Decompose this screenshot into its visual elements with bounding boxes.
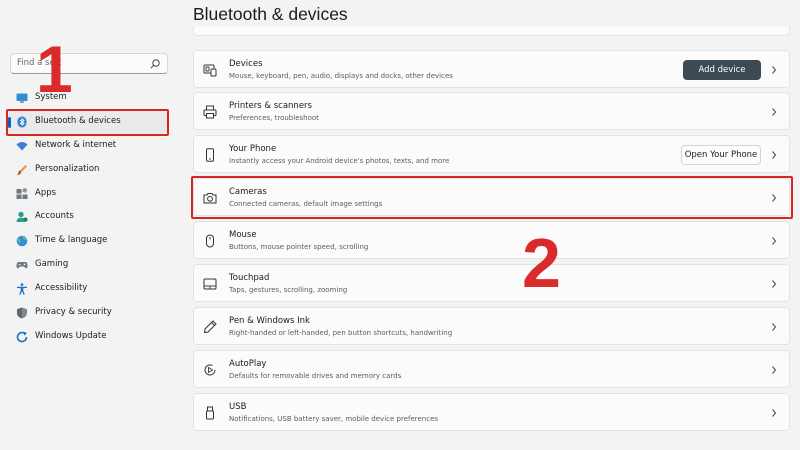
gamepad-icon (16, 262, 28, 269)
card-title: Devices (229, 59, 263, 69)
sidebar-item-time-language[interactable]: Time & language (8, 230, 168, 253)
apps-icon (16, 188, 28, 199)
sidebar-item-privacy-security[interactable]: Privacy & security (8, 302, 168, 325)
card-title: Touchpad (229, 273, 270, 283)
sidebar-item-label: Accessibility (35, 283, 88, 293)
sidebar-item-apps[interactable]: Apps (8, 183, 168, 206)
card-pen-windows-ink[interactable]: Pen & Windows Ink Right-handed or left-h… (193, 307, 790, 345)
accessibility-icon (17, 283, 27, 295)
card-subtitle: Defaults for removable drives and memory… (229, 372, 402, 380)
chevron-right-icon[interactable] (770, 65, 778, 75)
shield-icon (17, 307, 27, 319)
card-your-phone[interactable]: Your Phone Instantly access your Android… (193, 135, 790, 173)
card-devices[interactable]: Devices Mouse, keyboard, pen, audio, dis… (193, 50, 790, 88)
sidebar-item-accounts[interactable]: Accounts (8, 206, 168, 229)
touchpad-icon (203, 278, 217, 290)
sidebar-item-gaming[interactable]: Gaming (8, 254, 168, 277)
chevron-right-icon[interactable] (770, 279, 778, 289)
card-title: USB (229, 402, 247, 412)
page-title: Bluetooth & devices (193, 4, 348, 24)
person-icon (16, 211, 28, 222)
monitor-icon (16, 93, 28, 103)
card-subtitle: Preferences, troubleshoot (229, 114, 319, 122)
sidebar-item-label: Accounts (35, 211, 74, 221)
card-subtitle: Notifications, USB battery saver, mobile… (229, 415, 439, 423)
card-title: Pen & Windows Ink (229, 316, 310, 326)
chevron-right-icon[interactable] (770, 107, 778, 117)
chevron-right-icon[interactable] (770, 150, 778, 160)
highlight-box-bluetooth (6, 109, 169, 136)
paintbrush-icon (17, 165, 27, 175)
card-title: Printers & scanners (229, 101, 312, 111)
sidebar-item-system[interactable]: System (8, 87, 168, 110)
card-subtitle: Instantly access your Android device's p… (229, 157, 450, 165)
card-mouse[interactable]: Mouse Buttons, mouse pointer speed, scro… (193, 221, 790, 259)
autoplay-icon (204, 364, 216, 376)
devices-icon (203, 64, 217, 77)
card-title: Your Phone (229, 144, 277, 154)
printer-icon (203, 105, 217, 119)
globe-clock-icon (16, 235, 28, 247)
chevron-right-icon[interactable] (770, 236, 778, 246)
card-subtitle: Right-handed or left-handed, pen button … (229, 329, 453, 337)
card-top-edge (193, 26, 790, 36)
pen-icon (203, 320, 217, 334)
sidebar-item-label: Network & internet (35, 140, 117, 150)
card-printers-scanners[interactable]: Printers & scanners Preferences, trouble… (193, 92, 790, 130)
step-number-2: 2 (522, 224, 561, 302)
sidebar-item-label: Windows Update (35, 331, 107, 341)
sidebar-item-personalization[interactable]: Personalization (8, 159, 168, 182)
sidebar-item-label: Privacy & security (35, 307, 112, 317)
sidebar-item-accessibility[interactable]: Accessibility (8, 278, 168, 301)
sidebar-item-label: Apps (35, 188, 57, 198)
add-device-button[interactable]: Add device (683, 60, 761, 80)
update-icon (16, 331, 28, 343)
sidebar-item-label: Gaming (35, 259, 69, 269)
card-subtitle: Taps, gestures, scrolling, zooming (229, 286, 348, 294)
sidebar-item-label: Time & language (35, 235, 108, 245)
card-title: Mouse (229, 230, 257, 240)
card-autoplay[interactable]: AutoPlay Defaults for removable drives a… (193, 350, 790, 388)
card-usb[interactable]: USB Notifications, USB battery saver, mo… (193, 393, 790, 431)
sidebar: Find a sett System Bluetooth & devices N… (0, 0, 180, 450)
search-icon[interactable] (149, 58, 161, 70)
sidebar-item-network[interactable]: Network & internet (8, 135, 168, 158)
step-number-1: 1 (36, 32, 73, 106)
card-title: AutoPlay (229, 359, 267, 369)
phone-icon (206, 148, 214, 162)
search-box[interactable]: Find a sett (10, 53, 168, 74)
open-your-phone-button[interactable]: Open Your Phone (681, 145, 761, 165)
wifi-icon (16, 142, 28, 151)
chevron-right-icon[interactable] (770, 365, 778, 375)
usb-icon (206, 406, 214, 420)
mouse-icon (206, 234, 214, 248)
chevron-right-icon[interactable] (770, 408, 778, 418)
highlight-box-cameras (191, 176, 793, 219)
card-subtitle: Buttons, mouse pointer speed, scrolling (229, 243, 369, 251)
card-touchpad[interactable]: Touchpad Taps, gestures, scrolling, zoom… (193, 264, 790, 302)
chevron-right-icon[interactable] (770, 322, 778, 332)
card-subtitle: Mouse, keyboard, pen, audio, displays an… (229, 72, 453, 80)
sidebar-item-label: Personalization (35, 164, 100, 174)
sidebar-item-windows-update[interactable]: Windows Update (8, 326, 168, 349)
